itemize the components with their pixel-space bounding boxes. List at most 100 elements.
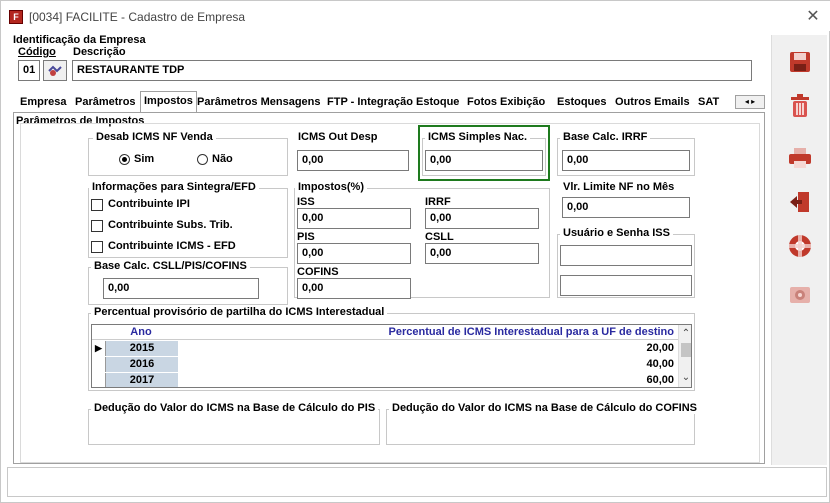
tab-scroll-arrows[interactable]: ◂ ▸	[735, 95, 765, 109]
cell-percentual: 20,00	[646, 342, 674, 354]
icms-simples-group: ICMS Simples Nac. 0,00	[422, 131, 546, 176]
tab-fotos-exibicao[interactable]: Fotos Exibição	[464, 93, 548, 113]
delete-icon	[791, 94, 809, 117]
cell-ano: 2016	[106, 357, 178, 372]
status-bar	[7, 467, 827, 497]
icms-out-desp-field[interactable]: 0,00	[297, 150, 409, 171]
deducao-cofins-title: Dedução do Valor do ICMS na Base de Cálc…	[389, 402, 700, 414]
tab-parametros[interactable]: Parâmetros	[72, 93, 139, 113]
delete-button[interactable]	[780, 87, 820, 125]
sintegra-group: Informações para Sintegra/EFD Contribuin…	[88, 181, 288, 258]
row-indicator	[92, 357, 106, 372]
help-icon	[789, 235, 811, 257]
base-calc-irrf-field[interactable]: 0,00	[562, 150, 690, 171]
contribuinte-subs-trib-label: Contribuinte Subs. Trib.	[108, 219, 233, 231]
radio-sim[interactable]	[119, 154, 130, 165]
tab-ftp-integracao[interactable]: FTP - Integração Estoque	[324, 93, 462, 113]
table-row[interactable]: 2016 40,00	[92, 357, 678, 372]
cell-percentual: 40,00	[646, 358, 674, 370]
header-percentual[interactable]: Percentual de ICMS Interestadual para a …	[182, 326, 674, 338]
header-ano[interactable]: Ano	[106, 326, 176, 338]
scroll-thumb[interactable]	[681, 343, 691, 357]
help-button[interactable]	[780, 227, 820, 265]
desab-icms-title: Desab ICMS NF Venda	[93, 131, 216, 143]
iss-field[interactable]: 0,00	[297, 208, 411, 229]
checkbox-contribuinte-subs-trib[interactable]	[91, 220, 103, 232]
exit-button[interactable]	[780, 183, 820, 221]
save-button[interactable]	[780, 43, 820, 81]
iss-user-field[interactable]	[560, 245, 692, 266]
icms-simples-field[interactable]: 0,00	[425, 150, 543, 171]
row-indicator-header	[92, 325, 106, 339]
table-row[interactable]: 2017 60,00	[92, 373, 678, 387]
current-row-indicator-icon: ▶	[92, 341, 106, 356]
tab-parametros-mensagens[interactable]: Parâmetros Mensagens	[194, 93, 324, 113]
table-row[interactable]: ▶ 2015 20,00	[92, 341, 678, 356]
tab-outros-emails[interactable]: Outros Emails	[612, 93, 693, 113]
print-icon	[789, 148, 811, 168]
checkbox-contribuinte-icms-efd[interactable]	[91, 241, 103, 253]
irrf-label: IRRF	[425, 196, 451, 208]
sintegra-title: Informações para Sintegra/EFD	[89, 181, 259, 193]
close-icon[interactable]: ✕	[803, 7, 823, 27]
iss-label: ISS	[297, 196, 315, 208]
tab-impostos[interactable]: Impostos	[140, 91, 197, 113]
cofins-field[interactable]: 0,00	[297, 278, 411, 299]
code-lookup-button[interactable]	[43, 60, 67, 81]
title-bar: F [0034] FACILITE - Cadastro de Empresa …	[1, 1, 830, 31]
description-label: Descrição	[73, 46, 126, 58]
irrf-field[interactable]: 0,00	[425, 208, 539, 229]
icms-out-desp-group: ICMS Out Desp 0,00	[294, 131, 412, 176]
deducao-pis-title: Dedução do Valor do ICMS na Base de Cálc…	[91, 402, 379, 414]
iss-password-field[interactable]	[560, 275, 692, 296]
window-title: [0034] FACILITE - Cadastro de Empresa	[29, 10, 246, 24]
scroll-down-icon[interactable]: ⌄	[679, 371, 691, 385]
deducao-cofins-group: Dedução do Valor do ICMS na Base de Cálc…	[386, 402, 700, 445]
side-toolbar	[771, 35, 827, 465]
grid-scrollbar[interactable]: ⌃ ⌄	[678, 325, 691, 387]
radio-nao-label: Não	[212, 153, 233, 165]
settings-icon	[790, 287, 810, 303]
tab-sat[interactable]: SAT	[695, 93, 722, 113]
partilha-title: Percentual provisório de partilha do ICM…	[91, 306, 388, 318]
vlr-limite-field[interactable]: 0,00	[562, 197, 690, 218]
base-calc-irrf-group: Base Calc. IRRF 0,00	[557, 131, 695, 176]
identification-label: Identificação da Empresa	[13, 34, 146, 46]
cell-ano: 2015	[106, 341, 178, 356]
contribuinte-ipi-label: Contribuinte IPI	[108, 198, 190, 210]
csll-field[interactable]: 0,00	[425, 243, 539, 264]
grid-header: Ano Percentual de ICMS Interestadual par…	[92, 325, 678, 340]
description-field[interactable]: RESTAURANTE TDP	[72, 60, 752, 81]
deducao-pis-group: Dedução do Valor do ICMS na Base de Cálc…	[88, 402, 380, 445]
tab-estoques[interactable]: Estoques	[554, 93, 610, 113]
print-button[interactable]	[780, 139, 820, 177]
checkbox-contribuinte-ipi[interactable]	[91, 199, 103, 211]
cell-percentual: 60,00	[646, 374, 674, 386]
cell-ano: 2017	[106, 373, 178, 387]
impostos-panel: Parâmetros de Impostos Desab ICMS NF Ven…	[13, 112, 765, 464]
icms-simples-label: ICMS Simples Nac.	[425, 131, 531, 143]
csll-label: CSLL	[425, 231, 454, 243]
radio-nao[interactable]	[197, 154, 208, 165]
desab-icms-group: Desab ICMS NF Venda Sim Não	[88, 131, 288, 176]
settings-button[interactable]	[780, 275, 820, 313]
code-label: Código	[18, 46, 56, 58]
tab-strip: Empresa Parâmetros Impostos Parâmetros M…	[13, 91, 765, 113]
cofins-label: COFINS	[297, 266, 339, 278]
partilha-grid[interactable]: Ano Percentual de ICMS Interestadual par…	[91, 324, 692, 388]
impostos-group: Impostos(%) ISS 0,00 IRRF 0,00 PIS 0,00 …	[294, 181, 550, 299]
scroll-up-icon[interactable]: ⌃	[679, 327, 691, 341]
tab-empresa[interactable]: Empresa	[17, 93, 69, 113]
base-calc-csll-group: Base Calc. CSLL/PIS/COFINS 0,00	[88, 260, 288, 305]
usuario-senha-iss-group: Usuário e Senha ISS	[557, 227, 695, 298]
code-field[interactable]: 01	[18, 60, 40, 81]
main-window: F [0034] FACILITE - Cadastro de Empresa …	[0, 0, 830, 503]
vlr-limite-label: Vlr. Limite NF no Mês	[560, 181, 678, 193]
impostos-title: Impostos(%)	[295, 181, 367, 193]
row-indicator	[92, 373, 106, 387]
pis-field[interactable]: 0,00	[297, 243, 411, 264]
radio-sim-label: Sim	[134, 153, 155, 165]
base-calc-irrf-label: Base Calc. IRRF	[560, 131, 651, 143]
usuario-senha-iss-label: Usuário e Senha ISS	[560, 227, 673, 239]
base-calc-csll-field[interactable]: 0,00	[103, 278, 259, 299]
